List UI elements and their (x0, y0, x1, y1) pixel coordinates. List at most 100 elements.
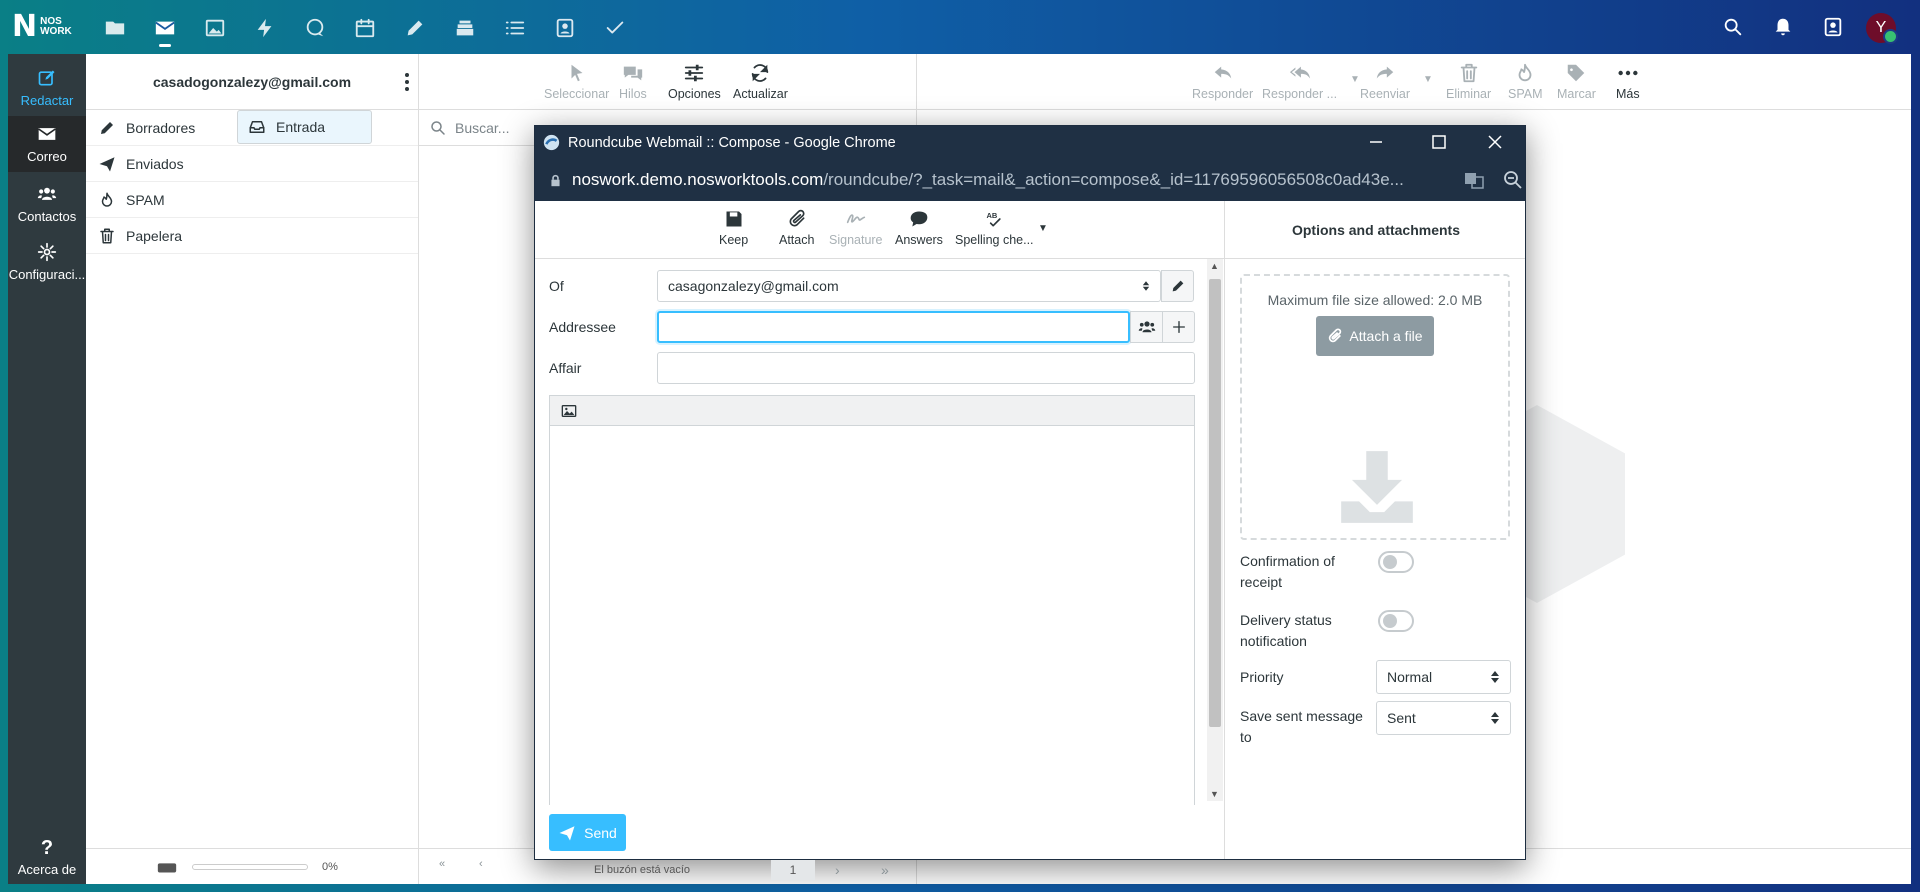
scroll-up-icon[interactable]: ▲ (1210, 261, 1219, 271)
plus-icon (1172, 321, 1185, 333)
form-scrollbar[interactable]: ▼ ▲ (1207, 259, 1223, 801)
message-editor[interactable] (549, 395, 1195, 805)
bell-icon[interactable] (1772, 16, 1794, 38)
list-icon[interactable] (504, 17, 526, 39)
compose-label: Redactar (20, 93, 74, 108)
to-input[interactable] (657, 311, 1130, 343)
popup-url[interactable]: noswork.demo.nosworktools.com/roundcube/… (572, 170, 1404, 190)
address-book-icon[interactable] (1822, 16, 1844, 38)
folder-spam[interactable]: SPAM (86, 182, 418, 218)
attach-file-button[interactable]: Attach a file (1316, 316, 1434, 356)
search-icon[interactable] (1722, 16, 1744, 38)
empty-mailbox-text: El buzón está vacío (594, 864, 691, 876)
receipt-toggle[interactable] (1378, 551, 1414, 573)
scroll-thumb[interactable] (1209, 279, 1221, 727)
select-button[interactable]: Seleccionar (544, 62, 609, 101)
translate-icon[interactable] (1464, 170, 1484, 190)
reply-all-dropdown-icon[interactable]: ▼ (1350, 74, 1360, 85)
mark-button[interactable]: Marcar (1557, 62, 1596, 101)
signature-button[interactable]: Signature (829, 209, 883, 247)
reply-button[interactable]: Responder (1192, 62, 1253, 101)
pencil-icon (101, 121, 113, 134)
answers-label: Answers (895, 233, 943, 247)
delete-button[interactable]: Eliminar (1446, 62, 1491, 101)
forward-button[interactable]: Reenviar (1360, 62, 1410, 101)
spelling-button[interactable]: AB Spelling che... (955, 209, 1034, 247)
mail-label: Correo (27, 149, 67, 164)
dsn-toggle[interactable] (1378, 610, 1414, 632)
edit-identity-button[interactable] (1161, 270, 1194, 302)
folder-inbox[interactable]: Entrada (237, 110, 372, 144)
search-input[interactable]: Buscar... (455, 120, 509, 136)
spelling-dropdown-icon[interactable]: ▼ (1038, 223, 1048, 234)
spam-button[interactable]: SPAM (1508, 62, 1543, 101)
pointer-icon (571, 64, 583, 82)
image-icon[interactable] (204, 17, 226, 39)
dsn-label-line1: Delivery status (1240, 612, 1332, 628)
answers-button[interactable]: Answers (895, 209, 943, 247)
attachment-dropzone[interactable]: Maximum file size allowed: 2.0 MB Attach… (1240, 274, 1510, 540)
reply-all-button[interactable]: Responder ... (1262, 62, 1337, 101)
calendar-icon[interactable] (354, 17, 376, 39)
scroll-down-icon[interactable]: ▼ (1210, 789, 1219, 799)
nav-mail[interactable]: Correo (8, 116, 86, 172)
threads-button[interactable]: Hilos (619, 62, 647, 101)
folder-trash[interactable]: Papelera (86, 218, 418, 254)
chat-icon[interactable] (304, 17, 326, 39)
first-page-icon[interactable]: « (439, 858, 445, 870)
forward-dropdown-icon[interactable]: ▼ (1423, 74, 1433, 85)
minimize-icon[interactable] (1367, 133, 1385, 151)
options-button[interactable]: Opciones (668, 62, 721, 101)
add-contact-button[interactable] (1130, 311, 1163, 343)
noswork-logo[interactable]: N NOS WORK (12, 12, 72, 42)
fire-icon (101, 192, 113, 207)
contact-card-icon[interactable] (554, 17, 576, 39)
page-number[interactable]: 1 (771, 860, 815, 880)
more-vertical-icon[interactable] (404, 72, 410, 92)
mark-label: Marcar (1557, 87, 1596, 101)
receipt-label-line2: receipt (1240, 574, 1283, 590)
save-sent-select[interactable]: Sent (1376, 701, 1511, 735)
pencil-icon[interactable] (404, 17, 426, 39)
subject-input[interactable] (657, 352, 1195, 384)
more-button[interactable]: Más (1616, 62, 1640, 101)
folder-icon[interactable] (104, 17, 126, 39)
trash-icon (100, 228, 114, 243)
save-sent-label-line1: Save sent message (1240, 708, 1363, 724)
priority-select[interactable]: Normal (1376, 660, 1511, 694)
compose-icon (38, 70, 55, 86)
comment-icon (910, 211, 928, 227)
image-icon[interactable] (560, 403, 578, 419)
add-header-button[interactable] (1162, 311, 1195, 343)
stack-icon[interactable] (454, 17, 476, 39)
attach-file-label: Attach a file (1349, 328, 1423, 344)
select-label: Seleccionar (544, 87, 610, 101)
reply-all-icon (1289, 66, 1310, 79)
zoom-icon[interactable] (1503, 170, 1523, 190)
lock-icon[interactable] (549, 174, 562, 187)
tag-icon (1568, 64, 1585, 82)
check-icon[interactable] (604, 17, 626, 39)
send-button[interactable]: Send (549, 814, 626, 851)
nav-settings[interactable]: Configuraci... (8, 234, 86, 290)
priority-label: Priority (1240, 669, 1284, 685)
nav-contacts[interactable]: Contactos (8, 176, 86, 232)
compose-button[interactable]: Redactar (8, 60, 86, 116)
folder-pane: casadogonzalezy@gmail.com Entrada Borrad… (86, 54, 419, 884)
paper-plane-icon (99, 156, 115, 171)
folder-sent[interactable]: Enviados (86, 146, 418, 182)
attach-button[interactable]: Attach (779, 209, 814, 247)
maximize-icon[interactable] (1430, 133, 1448, 151)
keep-button[interactable]: Keep (719, 209, 748, 247)
from-select[interactable]: casagonzalezy@gmail.com (657, 270, 1161, 302)
bolt-icon[interactable] (254, 17, 276, 39)
refresh-button[interactable]: Actualizar (733, 62, 788, 101)
nav-about[interactable]: ? Acerca de (8, 832, 86, 884)
prev-page-icon[interactable]: ‹ (479, 858, 483, 870)
next-page-icon[interactable]: › (835, 862, 840, 878)
close-icon[interactable] (1486, 133, 1504, 151)
mail-icon[interactable] (154, 17, 176, 47)
last-page-icon[interactable]: » (881, 862, 889, 878)
user-avatar[interactable]: Y (1866, 13, 1898, 44)
pencil-icon (1172, 280, 1183, 292)
